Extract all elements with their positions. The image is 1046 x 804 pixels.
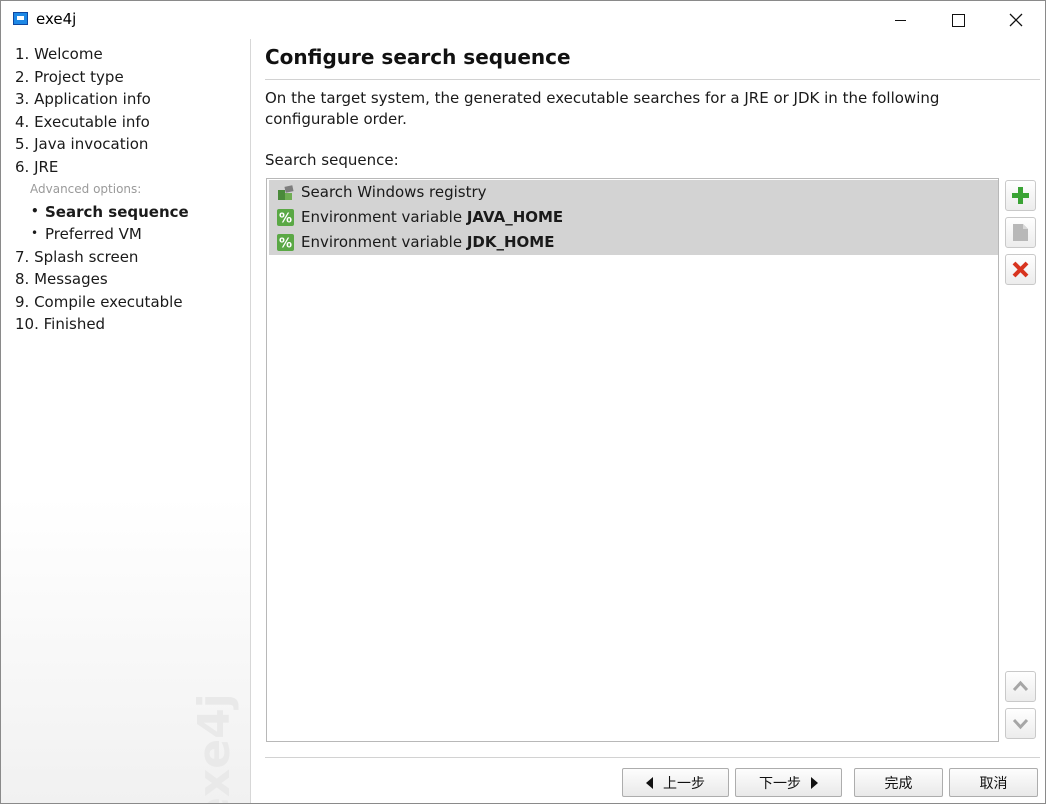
list-item-text: Environment variable JDK_HOME	[301, 233, 555, 251]
chevron-up-icon	[1012, 680, 1029, 692]
step-project-type[interactable]: 2. Project type	[15, 68, 124, 86]
close-button[interactable]	[987, 1, 1045, 39]
list-item-text: Search Windows registry	[301, 183, 487, 201]
move-down-button[interactable]	[1005, 708, 1036, 739]
search-sequence-label: Search sequence:	[265, 151, 399, 169]
step-jre[interactable]: 6. JRE	[15, 158, 58, 176]
step-search-sequence[interactable]: • Search sequence	[31, 203, 189, 221]
percent-icon: %	[277, 234, 294, 251]
cancel-button[interactable]: 取消	[949, 768, 1038, 797]
minimize-button[interactable]	[871, 1, 929, 39]
svg-text:%: %	[279, 212, 292, 227]
step-preferred-vm[interactable]: • Preferred VM	[31, 225, 142, 243]
step-executable-info[interactable]: 4. Executable info	[15, 113, 150, 131]
finish-label: 完成	[884, 775, 913, 792]
advanced-options-header: Advanced options:	[30, 182, 142, 196]
delete-icon	[1012, 261, 1029, 278]
maximize-button[interactable]	[929, 1, 987, 39]
svg-text:%: %	[279, 237, 292, 252]
maximize-icon	[951, 13, 965, 27]
arrow-left-icon	[646, 776, 653, 789]
list-item[interactable]: % Environment variable JAVA_HOME	[269, 205, 998, 230]
delete-entry-button[interactable]	[1005, 254, 1036, 285]
title-divider	[265, 79, 1040, 80]
wizard-steps-sidebar: 1. Welcome 2. Project type 3. Applicatio…	[1, 39, 251, 803]
finish-button[interactable]: 完成	[854, 768, 943, 797]
add-icon	[1012, 187, 1029, 204]
edit-icon	[1013, 224, 1028, 241]
close-icon	[1009, 13, 1023, 27]
back-label: 上一步	[663, 775, 705, 792]
svg-text:exe4j: exe4j	[191, 693, 240, 804]
next-label: 下一步	[759, 775, 801, 792]
registry-icon	[278, 185, 294, 200]
next-button[interactable]: 下一步	[735, 768, 842, 797]
page-description: On the target system, the generated exec…	[265, 89, 940, 128]
title-bar[interactable]: exe4j	[1, 1, 1045, 39]
chevron-down-icon	[1012, 718, 1029, 730]
percent-icon: %	[277, 209, 294, 226]
search-sequence-list[interactable]: Search Windows registry % Environment va…	[266, 178, 999, 742]
list-item[interactable]: % Environment variable JDK_HOME	[269, 230, 998, 255]
step-welcome[interactable]: 1. Welcome	[15, 45, 103, 63]
cancel-label: 取消	[979, 775, 1008, 792]
exe4j-watermark-logo: exe4j	[191, 693, 240, 804]
move-up-button[interactable]	[1005, 671, 1036, 702]
main-panel: Configure search sequence On the target …	[251, 39, 1045, 803]
page-title: Configure search sequence	[265, 45, 571, 69]
list-item[interactable]: Search Windows registry	[269, 180, 998, 205]
step-search-sequence-label: Search sequence	[45, 203, 189, 221]
list-item-text: Environment variable JAVA_HOME	[301, 208, 564, 226]
window-title: exe4j	[36, 10, 77, 28]
step-application-info[interactable]: 3. Application info	[15, 90, 151, 108]
app-window: exe4j 1. Welcome 2. Project type 3. Appl…	[0, 0, 1046, 804]
footer-divider	[265, 757, 1040, 758]
add-entry-button[interactable]	[1005, 180, 1036, 211]
bullet-icon: •	[31, 204, 39, 218]
bullet-icon: •	[31, 226, 39, 240]
minimize-icon	[894, 19, 906, 21]
step-compile-executable[interactable]: 9. Compile executable	[15, 293, 183, 311]
back-button[interactable]: 上一步	[622, 768, 729, 797]
step-splash-screen[interactable]: 7. Splash screen	[15, 248, 138, 266]
edit-entry-button[interactable]	[1005, 217, 1036, 248]
app-icon	[13, 12, 28, 25]
arrow-right-icon	[811, 776, 818, 789]
step-messages[interactable]: 8. Messages	[15, 270, 108, 288]
step-java-invocation[interactable]: 5. Java invocation	[15, 135, 148, 153]
step-finished[interactable]: 10. Finished	[15, 315, 105, 333]
step-preferred-vm-label: Preferred VM	[45, 225, 142, 243]
